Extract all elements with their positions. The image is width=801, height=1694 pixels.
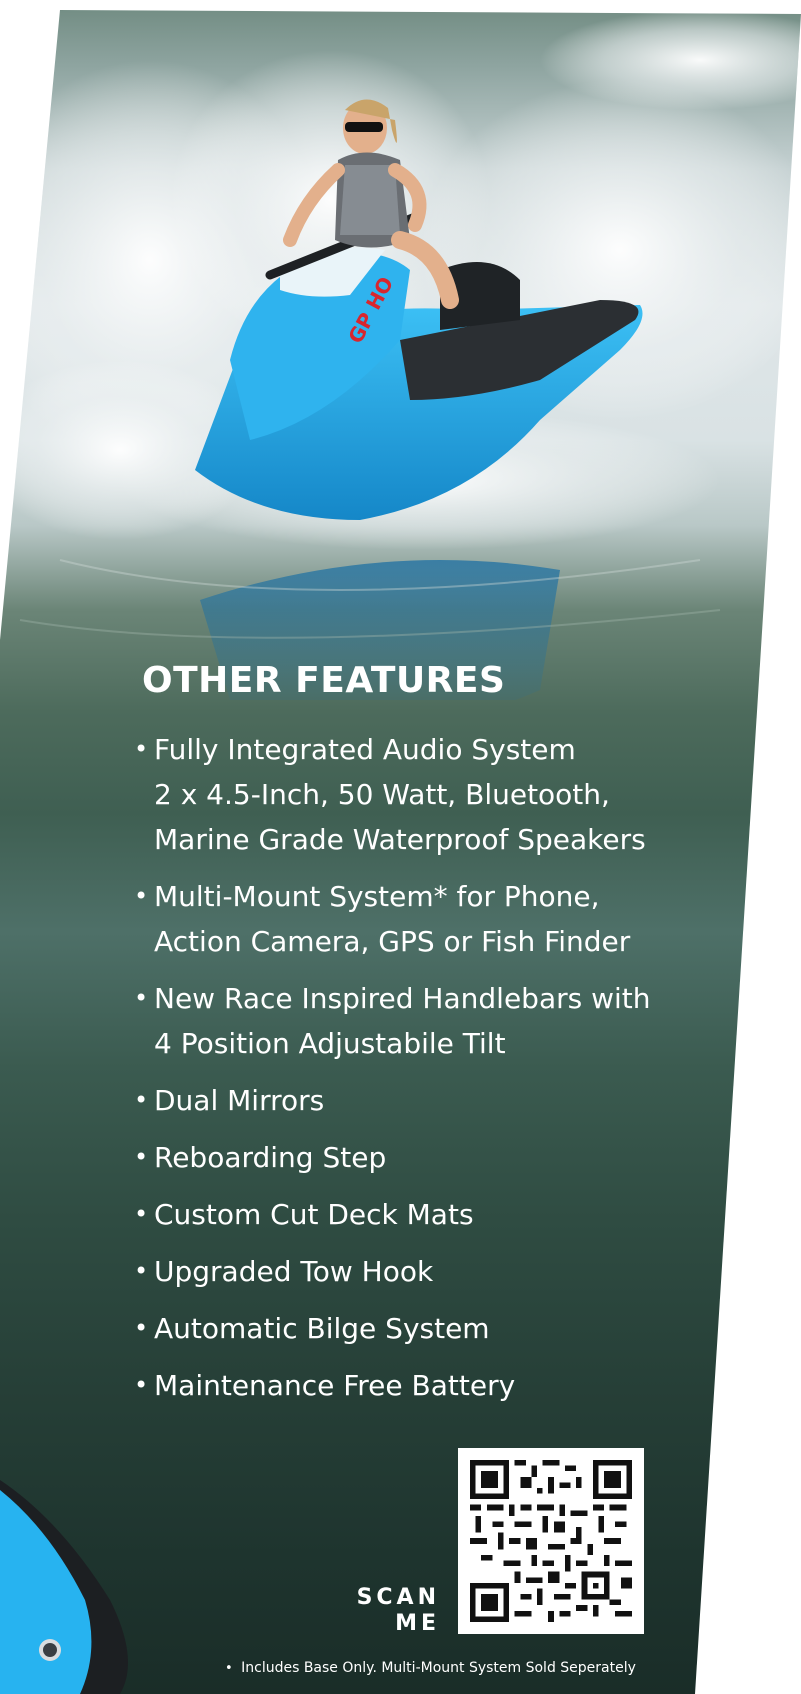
qr-code-image <box>470 1460 632 1622</box>
feature-line: 4 Position Adjustabile Tilt <box>154 1027 506 1060</box>
feature-line: Marine Grade Waterproof Speakers <box>154 823 646 856</box>
qr-code[interactable] <box>458 1448 644 1634</box>
scan-label-line: SCAN <box>356 1585 440 1610</box>
feature-line: Maintenance Free Battery <box>154 1369 516 1402</box>
bullet: • <box>134 1143 149 1171</box>
bullet: • <box>134 1200 149 1228</box>
feature-item: • Upgraded Tow Hook <box>130 1249 690 1294</box>
feature-item: • New Race Inspired Handlebars with 4 Po… <box>130 976 690 1066</box>
feature-line: New Race Inspired Handlebars with <box>154 982 651 1015</box>
feature-item: • Maintenance Free Battery <box>130 1363 690 1408</box>
bullet: • <box>134 984 149 1012</box>
feature-line: Fully Integrated Audio System <box>154 733 576 766</box>
footnote-bullet: • <box>225 1661 233 1676</box>
feature-item: • Reboarding Step <box>130 1135 690 1180</box>
features-title: OTHER FEATURES <box>142 660 506 701</box>
feature-line: Custom Cut Deck Mats <box>154 1198 474 1231</box>
feature-line: Action Camera, GPS or Fish Finder <box>154 925 631 958</box>
feature-line: Reboarding Step <box>154 1141 387 1174</box>
corner-watercraft-image <box>0 1480 128 1694</box>
features-section: OTHER FEATURES • Fully Integrated Audio … <box>130 660 690 1420</box>
bullet: • <box>134 1371 149 1399</box>
feature-line: Automatic Bilge System <box>154 1312 490 1345</box>
footnote-text: Includes Base Only. Multi-Mount System S… <box>241 1660 636 1676</box>
bullet: • <box>134 1314 149 1342</box>
feature-item: • Custom Cut Deck Mats <box>130 1192 690 1237</box>
feature-line: Multi-Mount System* for Phone, <box>154 880 600 913</box>
bullet: • <box>134 1257 149 1285</box>
scan-me-label: SCAN ME <box>355 1585 440 1637</box>
bullet: • <box>134 882 149 910</box>
feature-list: • Fully Integrated Audio System 2 x 4.5-… <box>130 727 690 1408</box>
poster-panel: GP HO OTHER FEATURES • Fully Integrated … <box>0 10 801 1694</box>
watercraft-photo: GP HO <box>0 10 801 700</box>
feature-item: • Multi-Mount System* for Phone, Action … <box>130 874 690 964</box>
bullet: • <box>134 1086 149 1114</box>
footnote: • Includes Base Only. Multi-Mount System… <box>225 1660 636 1676</box>
feature-line: Dual Mirrors <box>154 1084 325 1117</box>
feature-line: Upgraded Tow Hook <box>154 1255 434 1288</box>
feature-item: • Fully Integrated Audio System 2 x 4.5-… <box>130 727 690 862</box>
feature-item: • Automatic Bilge System <box>130 1306 690 1351</box>
feature-item: • Dual Mirrors <box>130 1078 690 1123</box>
scan-label-line: ME <box>395 1611 440 1636</box>
bullet: • <box>134 735 149 763</box>
feature-line: 2 x 4.5-Inch, 50 Watt, Bluetooth, <box>154 778 610 811</box>
